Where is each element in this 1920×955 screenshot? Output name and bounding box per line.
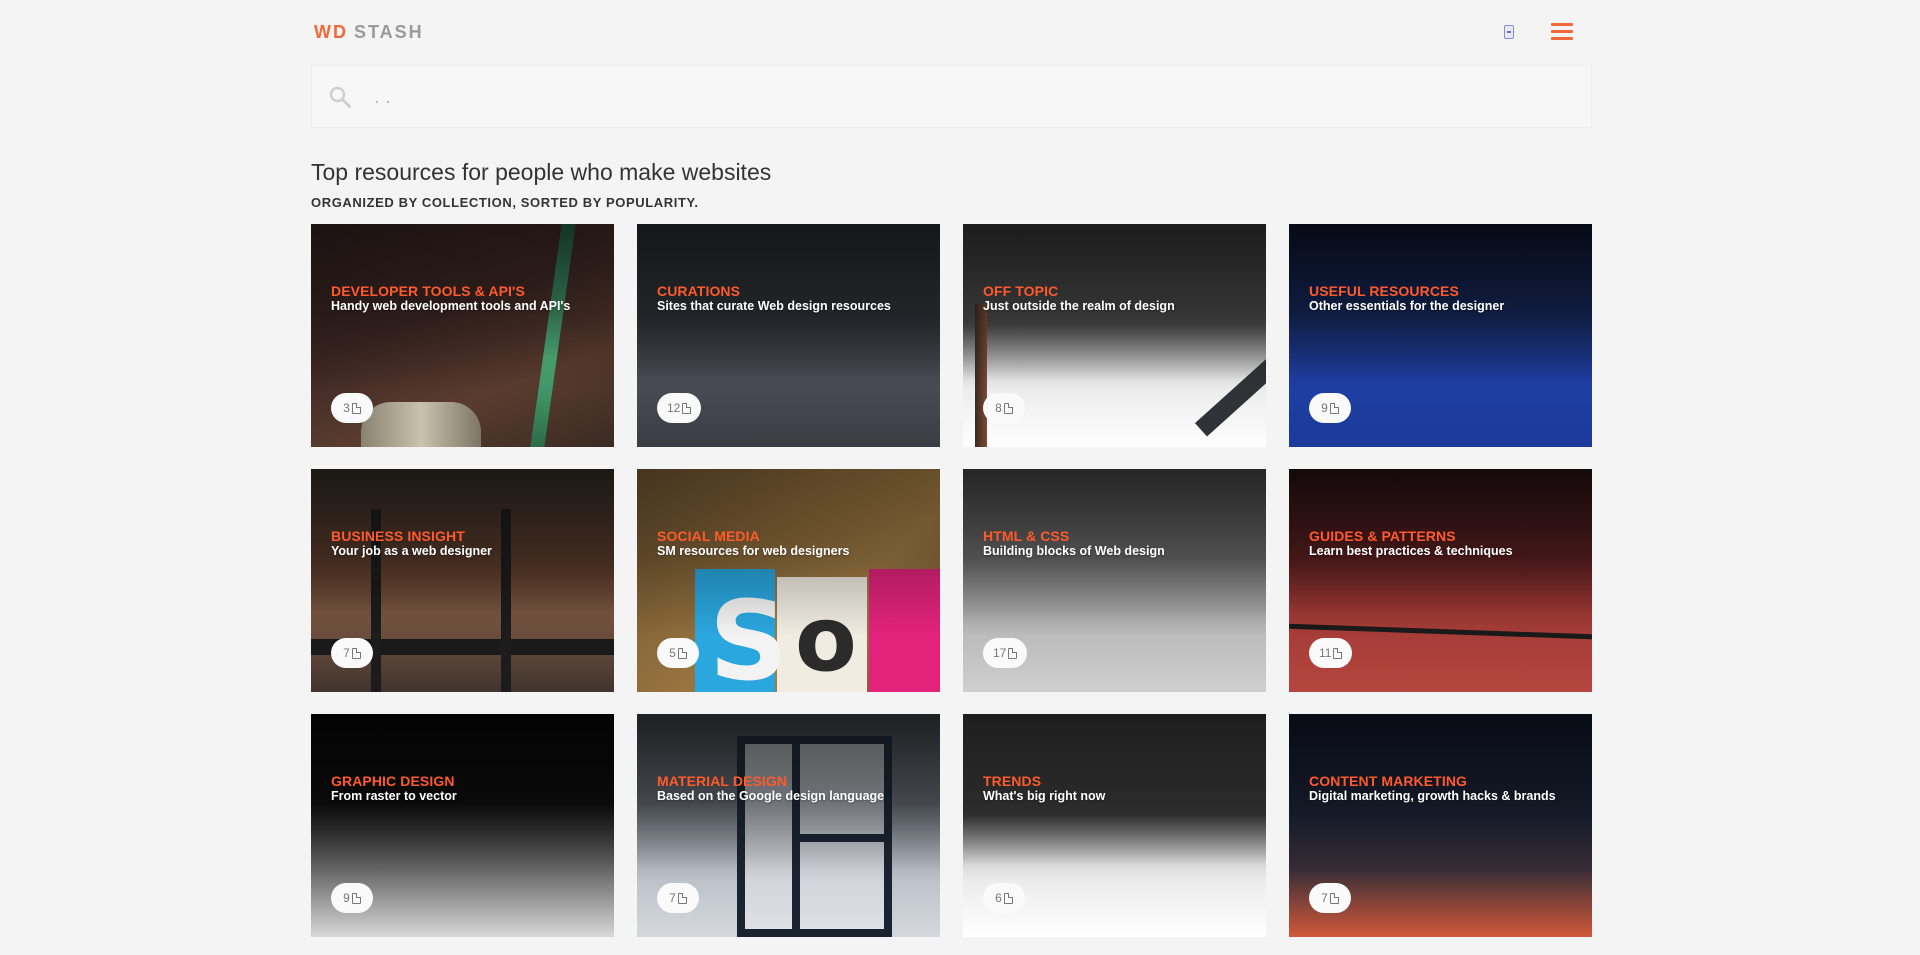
collection-card[interactable]: MATERIAL DESIGN Based on the Google desi… (637, 714, 940, 937)
collection-title: GUIDES & PATTERNS (1309, 528, 1456, 544)
collection-description: Building blocks of Web design (983, 544, 1165, 558)
search-input[interactable] (372, 78, 1572, 116)
resource-count-badge: 7 (1309, 883, 1351, 913)
resource-count: 11 (1319, 646, 1332, 660)
collection-title: USEFUL RESOURCES (1309, 283, 1459, 299)
collection-title: CURATIONS (657, 283, 741, 299)
collection-title: OFF TOPIC (983, 283, 1059, 299)
collection-description: Digital marketing, growth hacks & brands (1309, 789, 1556, 803)
collection-card[interactable]: USEFUL RESOURCES Other essentials for th… (1289, 224, 1592, 447)
resource-count-badge: 8 (983, 393, 1025, 423)
collection-description: Other essentials for the designer (1309, 299, 1505, 313)
resource-count: 9 (343, 891, 350, 905)
resource-count-badge: 3 (331, 393, 373, 423)
collection-description: From raster to vector (331, 789, 457, 803)
hamburger-menu-icon[interactable] (1551, 23, 1573, 41)
document-icon (682, 402, 692, 414)
collection-card[interactable]: GRAPHIC DESIGN From raster to vector 9 (311, 714, 614, 937)
page: WD STASH Top resources for people who mak… (0, 0, 1920, 955)
collection-description: Sites that curate Web design resources (657, 299, 891, 313)
collection-card[interactable]: CURATIONS Sites that curate Web design r… (637, 224, 940, 447)
search-bar (311, 65, 1592, 128)
document-icon (677, 892, 687, 904)
collection-title: CONTENT MARKETING (1309, 773, 1468, 789)
collection-card[interactable]: DEVELOPER TOOLS & API'S Handy web develo… (311, 224, 614, 447)
collection-description: SM resources for web designers (657, 544, 850, 558)
document-icon (1329, 892, 1339, 904)
collection-description: Handy web development tools and API's (331, 299, 571, 313)
document-icon (351, 892, 361, 904)
resource-count: 3 (343, 401, 350, 415)
resource-count: 8 (995, 401, 1002, 415)
logo-stash: STASH (354, 22, 424, 42)
collection-description: Learn best practices & techniques (1309, 544, 1513, 558)
resource-count: 6 (995, 891, 1002, 905)
resource-count: 7 (1321, 891, 1328, 905)
collection-card[interactable]: HTML & CSS Building blocks of Web design… (963, 469, 1266, 692)
logo[interactable]: WD STASH (314, 21, 424, 43)
collection-description: What's big right now (983, 789, 1106, 803)
collection-card[interactable]: BUSINESS INSIGHT Your job as a web desig… (311, 469, 614, 692)
resource-count-badge: 11 (1309, 638, 1353, 668)
document-icon (1329, 402, 1339, 414)
collection-title: BUSINESS INSIGHT (331, 528, 465, 544)
resource-count-badge: 6 (983, 883, 1025, 913)
collection-description: Based on the Google design language (657, 789, 885, 803)
document-icon (1008, 647, 1018, 659)
document-icon (1003, 402, 1013, 414)
resource-count-badge: 7 (331, 638, 373, 668)
resource-count-badge: 9 (331, 883, 373, 913)
resource-count: 17 (993, 646, 1007, 660)
search-icon (329, 86, 351, 108)
document-icon (351, 647, 361, 659)
collection-description: Your job as a web designer (331, 544, 492, 558)
collection-card[interactable]: GUIDES & PATTERNS Learn best practices &… (1289, 469, 1592, 692)
resource-count-badge: 12 (657, 393, 702, 423)
collection-title: DEVELOPER TOOLS & API'S (331, 283, 525, 299)
collection-title: HTML & CSS (983, 528, 1070, 544)
page-title: Top resources for people who make websit… (311, 159, 772, 185)
document-icon (677, 647, 687, 659)
collection-card[interactable]: TRENDS What's big right now 6 (963, 714, 1266, 937)
resource-count-badge: 17 (983, 638, 1028, 668)
document-icon (351, 402, 361, 414)
collection-card[interactable]: OFF TOPIC Just outside the realm of desi… (963, 224, 1266, 447)
resource-count: 7 (343, 646, 350, 660)
document-icon (1003, 892, 1013, 904)
resource-count: 7 (669, 891, 676, 905)
resource-count-badge: 5 (657, 638, 699, 668)
resource-count-badge: 7 (657, 883, 699, 913)
collection-description: Just outside the realm of design (983, 299, 1175, 313)
resource-count: 9 (1321, 401, 1328, 415)
collection-card[interactable]: So SOCIAL MEDIA SM resources for web des… (637, 469, 940, 692)
extension-icon[interactable] (1504, 25, 1514, 39)
collection-card[interactable]: CONTENT MARKETING Digital marketing, gro… (1289, 714, 1592, 937)
resource-count: 12 (667, 401, 681, 415)
collection-title: MATERIAL DESIGN (657, 773, 788, 789)
logo-wd: WD (314, 22, 348, 42)
collection-title: SOCIAL MEDIA (657, 528, 760, 544)
resource-count-badge: 9 (1309, 393, 1351, 423)
collection-title: TRENDS (983, 773, 1042, 789)
page-subtitle: ORGANIZED BY COLLECTION, SORTED BY POPUL… (311, 195, 699, 210)
document-icon (1333, 647, 1343, 659)
resource-count: 5 (669, 646, 676, 660)
collection-title: GRAPHIC DESIGN (331, 773, 455, 789)
